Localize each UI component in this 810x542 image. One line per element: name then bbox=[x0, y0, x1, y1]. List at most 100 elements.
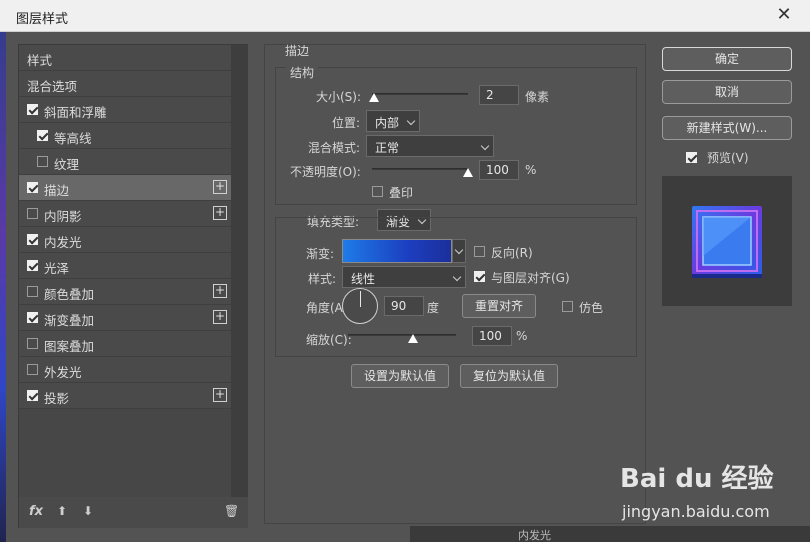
effect-checkbox[interactable] bbox=[27, 260, 38, 271]
size-unit: 像素 bbox=[525, 90, 550, 104]
effect-label: 混合选项 bbox=[27, 79, 78, 94]
align-with-layer-checkbox[interactable] bbox=[474, 271, 485, 282]
effect-label: 光泽 bbox=[44, 261, 70, 276]
fx-icon[interactable]: fx bbox=[29, 504, 43, 519]
close-icon[interactable]: ✕ bbox=[774, 5, 794, 25]
title-bar: 图层样式 ✕ bbox=[0, 0, 810, 32]
watermark-brand: Bai du 经验 bbox=[620, 464, 774, 494]
overprint-checkbox[interactable] bbox=[372, 186, 383, 197]
position-dropdown[interactable]: 内部 bbox=[366, 110, 420, 132]
cancel-button[interactable]: 取消 bbox=[662, 80, 792, 104]
chevron-down-icon bbox=[454, 245, 464, 255]
effect-item[interactable]: 斜面和浮雕 bbox=[19, 97, 231, 123]
reverse-checkbox[interactable] bbox=[474, 246, 485, 257]
size-slider[interactable] bbox=[372, 93, 468, 95]
size-slider-thumb[interactable] bbox=[368, 93, 379, 102]
fill-group: 渐变: 反向(R) 样式: 线性 与图层对齐(G) 角度(A): 90 度 重置… bbox=[275, 217, 637, 357]
opacity-slider[interactable] bbox=[372, 168, 468, 170]
opacity-slider-thumb[interactable] bbox=[463, 168, 473, 177]
effect-checkbox[interactable] bbox=[27, 364, 38, 375]
style-preview bbox=[662, 176, 792, 306]
effects-list-scrollbar[interactable] bbox=[231, 45, 248, 497]
size-label: 大小(S): bbox=[316, 90, 362, 104]
reset-to-default-button[interactable]: 复位为默认值 bbox=[460, 364, 558, 388]
effect-label: 外发光 bbox=[44, 365, 82, 380]
preview-checkbox[interactable] bbox=[686, 152, 697, 163]
position-label: 位置: bbox=[332, 116, 361, 130]
effect-label: 样式 bbox=[27, 53, 53, 68]
effect-item[interactable]: 光泽 bbox=[19, 253, 231, 279]
effect-item[interactable]: 内阴影 + bbox=[19, 201, 231, 227]
position-value: 内部 bbox=[375, 116, 400, 130]
set-as-default-button[interactable]: 设置为默认值 bbox=[351, 364, 449, 388]
effects-list: 样式混合选项斜面和浮雕等高线纹理描边 + 内阴影 + 内发光光泽颜色叠加 + 渐变叠加 + 图案… bbox=[19, 45, 231, 409]
scale-label: 缩放(C): bbox=[306, 333, 352, 347]
opacity-input[interactable]: 100 bbox=[479, 160, 519, 180]
effect-item[interactable]: 颜色叠加 + bbox=[19, 279, 231, 305]
style-dropdown[interactable]: 线性 bbox=[342, 266, 466, 288]
effects-toolbar: fx ⬆ ⬇ 🗑 bbox=[19, 497, 248, 528]
effect-item[interactable]: 渐变叠加 + bbox=[19, 305, 231, 331]
background-layer-label: 内发光 bbox=[518, 529, 551, 542]
effect-checkbox[interactable] bbox=[27, 286, 38, 297]
new-style-button[interactable]: 新建样式(W)... bbox=[662, 116, 792, 140]
effect-item[interactable]: 图案叠加 bbox=[19, 331, 231, 357]
angle-dial[interactable] bbox=[342, 288, 378, 324]
effect-label: 等高线 bbox=[54, 131, 92, 146]
effect-item[interactable]: 样式 bbox=[19, 45, 231, 71]
effect-label: 图案叠加 bbox=[44, 339, 95, 354]
add-effect-icon[interactable]: + bbox=[213, 206, 227, 220]
effect-checkbox[interactable] bbox=[27, 208, 38, 219]
effect-label: 内阴影 bbox=[44, 209, 82, 224]
ok-button[interactable]: 确定 bbox=[662, 47, 792, 71]
effect-checkbox[interactable] bbox=[27, 312, 38, 323]
style-value: 线性 bbox=[351, 272, 376, 286]
add-effect-icon[interactable]: + bbox=[213, 310, 227, 324]
effect-item[interactable]: 纹理 bbox=[19, 149, 231, 175]
structure-group: 结构 大小(S): 2 像素 位置: 内部 混合模式: 正常 不透明度(O): … bbox=[275, 64, 637, 205]
effect-item[interactable]: 内发光 bbox=[19, 227, 231, 253]
trash-icon[interactable]: 🗑 bbox=[224, 504, 239, 518]
effect-label: 投影 bbox=[44, 391, 70, 406]
effect-checkbox[interactable] bbox=[27, 338, 38, 349]
gradient-dropdown[interactable] bbox=[452, 239, 466, 263]
stroke-section-title: 描边 bbox=[285, 44, 310, 58]
move-up-icon[interactable]: ⬆ bbox=[57, 504, 67, 518]
effect-checkbox[interactable] bbox=[27, 234, 38, 245]
effect-item[interactable]: 投影 + bbox=[19, 383, 231, 409]
blend-mode-value: 正常 bbox=[375, 141, 400, 155]
chevron-down-icon bbox=[406, 116, 416, 126]
angle-input[interactable]: 90 bbox=[384, 296, 424, 316]
scale-slider[interactable] bbox=[348, 334, 456, 336]
add-effect-icon[interactable]: + bbox=[213, 388, 227, 402]
scale-input[interactable]: 100 bbox=[472, 326, 512, 346]
effect-label: 内发光 bbox=[44, 235, 82, 250]
effect-item[interactable]: 混合选项 bbox=[19, 71, 231, 97]
effect-item[interactable]: 等高线 bbox=[19, 123, 231, 149]
effect-checkbox[interactable] bbox=[27, 182, 38, 193]
stroke-settings-panel: 描边 结构 大小(S): 2 像素 位置: 内部 混合模式: 正常 不透明度(O… bbox=[264, 44, 646, 524]
effect-checkbox[interactable] bbox=[27, 104, 38, 115]
dither-checkbox[interactable] bbox=[562, 301, 573, 312]
effect-checkbox[interactable] bbox=[27, 390, 38, 401]
scale-slider-thumb[interactable] bbox=[407, 334, 418, 343]
effect-checkbox[interactable] bbox=[37, 156, 48, 167]
angle-unit: 度 bbox=[427, 301, 440, 315]
gradient-picker[interactable] bbox=[342, 239, 452, 263]
effect-item[interactable]: 外发光 bbox=[19, 357, 231, 383]
align-with-layer-label: 与图层对齐(G) bbox=[491, 271, 570, 285]
effect-label: 斜面和浮雕 bbox=[44, 105, 107, 120]
effect-label: 描边 bbox=[44, 183, 70, 198]
reset-alignment-button[interactable]: 重置对齐 bbox=[462, 294, 536, 318]
move-down-icon[interactable]: ⬇ bbox=[83, 504, 93, 518]
add-effect-icon[interactable]: + bbox=[213, 180, 227, 194]
effect-checkbox[interactable] bbox=[37, 130, 48, 141]
add-effect-icon[interactable]: + bbox=[213, 284, 227, 298]
blend-mode-dropdown[interactable]: 正常 bbox=[366, 135, 494, 157]
background-artwork-edge bbox=[0, 32, 6, 542]
window-title: 图层样式 bbox=[16, 12, 69, 27]
size-input[interactable]: 2 bbox=[479, 85, 519, 105]
gradient-label: 渐变: bbox=[306, 247, 335, 261]
effect-label: 纹理 bbox=[54, 157, 80, 172]
effect-item[interactable]: 描边 + bbox=[19, 175, 231, 201]
